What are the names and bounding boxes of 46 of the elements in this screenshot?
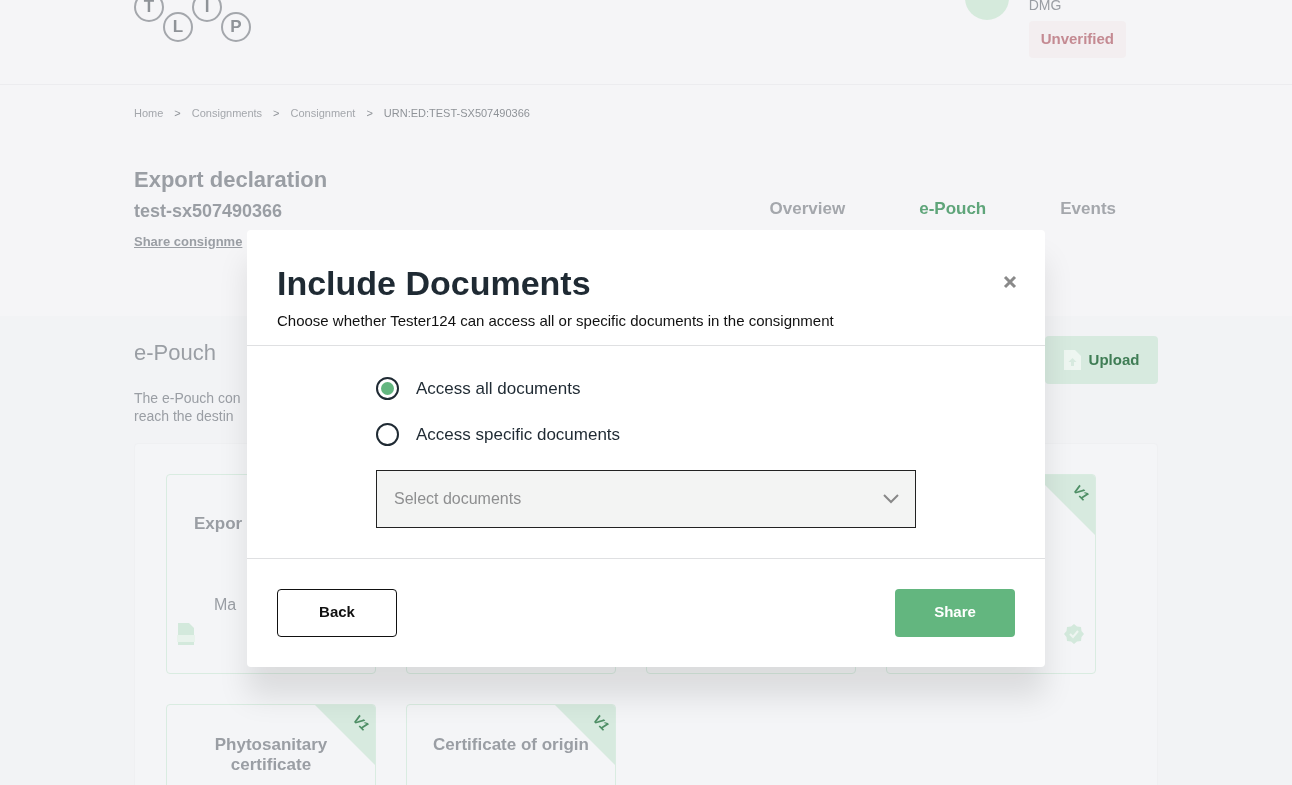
section-description: The e-Pouch con [134, 389, 241, 407]
breadcrumb-separator: > [366, 106, 373, 121]
share-button[interactable]: Share [895, 588, 1015, 637]
section-description: reach the destin [134, 407, 235, 425]
document-card[interactable]: V1 Phytosanitary certificate [166, 704, 376, 785]
close-icon [1003, 275, 1017, 289]
file-upload-icon [1063, 350, 1081, 370]
version-label: V1 [589, 710, 614, 736]
breadcrumb-separator: > [273, 106, 280, 121]
version-label: V1 [1069, 480, 1094, 506]
version-label: V1 [349, 710, 374, 736]
select-placeholder: Select documents [394, 488, 522, 509]
breadcrumb-link[interactable]: URN:ED:TEST-SX507490366 [383, 105, 530, 122]
chevron-down-icon [883, 493, 899, 504]
page-title: Export declaration [134, 165, 328, 194]
radio-option[interactable]: Access specific documents [376, 422, 621, 448]
dialog-title: Include Documents [277, 263, 591, 304]
document-date: Ma [214, 594, 237, 615]
status-badge: Unverified [1028, 21, 1126, 58]
logo-letter: P [221, 12, 251, 42]
section-tab[interactable]: Events [1060, 195, 1116, 221]
documents-select[interactable]: Select documents [376, 469, 916, 528]
close-button[interactable] [1003, 275, 1017, 289]
upload-button[interactable]: Upload [1045, 336, 1158, 384]
section-tab[interactable]: e-Pouch [919, 195, 987, 221]
radio-button[interactable] [376, 423, 399, 447]
document-title: Certificate of origin [432, 735, 590, 755]
section-heading: e-Pouch [134, 339, 217, 367]
document-title: Phytosanitary certificate [213, 735, 329, 775]
xml-file-icon [176, 623, 196, 645]
breadcrumb-link[interactable]: Home [134, 105, 164, 122]
breadcrumb-link[interactable]: Consignment [290, 105, 356, 122]
logo-letter: L [163, 12, 193, 42]
back-button[interactable]: Back [277, 588, 397, 637]
radio-option[interactable]: Access all documents [376, 375, 581, 401]
consignment-reference: test-sx507490366 [134, 199, 284, 222]
organisation-name: DMG [1028, 0, 1062, 14]
dialog-subtitle: Choose whether Tester124 can access all or specific documents in the consignment [277, 311, 835, 331]
breadcrumb-separator: > [174, 106, 181, 121]
breadcrumb-link[interactable]: Consignments [191, 105, 263, 122]
radio-button[interactable] [376, 376, 399, 400]
logo-letter: T [134, 0, 164, 22]
document-card[interactable]: V1 Certificate of origin [406, 704, 616, 785]
document-title: Expor [194, 513, 243, 535]
logo-letter: I [192, 0, 222, 22]
section-tab[interactable]: Overview [769, 195, 846, 221]
